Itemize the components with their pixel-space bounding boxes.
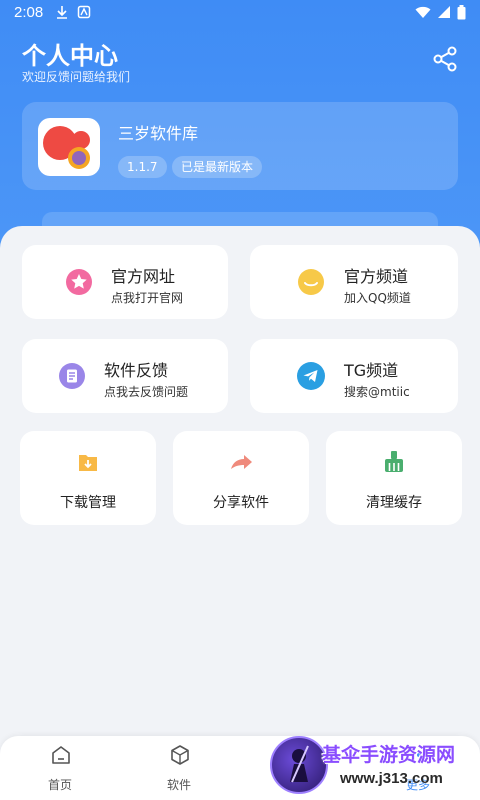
clear-cache-button[interactable]: 清理缓存 [326,431,462,525]
card-desc: 搜索@mtiic [344,385,410,399]
nav-item-software[interactable]: 软件 [129,736,229,800]
tool-label: 清理缓存 [366,495,422,511]
nav-item-home[interactable]: 首页 [10,736,110,800]
card-software-feedback[interactable]: 软件反馈 点我去反馈问题 [22,339,228,413]
app-logo-icon [43,126,90,169]
feedback-icon [59,363,85,389]
card-desc: 点我打开官网 [111,291,184,305]
watermark: 基伞手游资源网 www.j313.com [266,736,480,800]
card-title: 官方网址 [111,267,176,286]
ninja-icon [290,745,309,783]
watermark-logo [270,736,328,794]
app-notification-icon [77,5,91,19]
card-desc: 点我去反馈问题 [104,385,189,399]
card-tg-channel[interactable]: TG频道 搜索@mtiic [250,339,458,413]
tool-label: 下载管理 [60,495,116,511]
card-title: 软件反馈 [104,361,169,380]
page-subtitle: 欢迎反馈问题给我们 [22,70,131,84]
broom-icon [385,451,403,472]
share-software-button[interactable]: 分享软件 [173,431,309,525]
nav-label: 软件 [166,778,191,792]
app-logo [38,118,100,176]
home-icon [52,746,70,764]
watermark-url: www.j313.com [340,770,443,787]
card-desc: 加入QQ频道 [344,291,411,305]
watermark-title: 基伞手游资源网 [322,744,456,766]
wifi-icon [415,6,431,18]
app-info-card: 三岁软件库 1.1.7 已是最新版本 [22,102,458,190]
card-title: TG频道 [344,361,399,380]
tool-label: 分享软件 [213,495,269,511]
nav-label: 首页 [47,778,72,792]
star-icon [66,269,92,295]
telegram-icon [297,362,325,390]
chat-icon [298,269,324,295]
card-official-website[interactable]: 官方网址 点我打开官网 [22,245,228,319]
status-time: 2:08 [14,3,44,21]
share-arrow-icon [231,455,252,469]
page-title: 个人中心 [22,42,118,70]
app-name: 三岁软件库 [118,124,199,143]
update-status-badge: 已是最新版本 [172,156,263,178]
share-icon[interactable] [430,44,460,74]
download-status-icon [57,6,68,19]
version-badge: 1.1.7 [118,156,167,178]
box-icon [171,745,189,765]
card-title: 官方频道 [344,267,409,286]
signal-icon [438,6,450,18]
download-folder-icon [79,455,97,471]
card-official-channel[interactable]: 官方频道 加入QQ频道 [250,245,458,319]
battery-icon [457,4,466,19]
download-manager-button[interactable]: 下载管理 [20,431,156,525]
status-bar: 2:08 [0,0,480,24]
